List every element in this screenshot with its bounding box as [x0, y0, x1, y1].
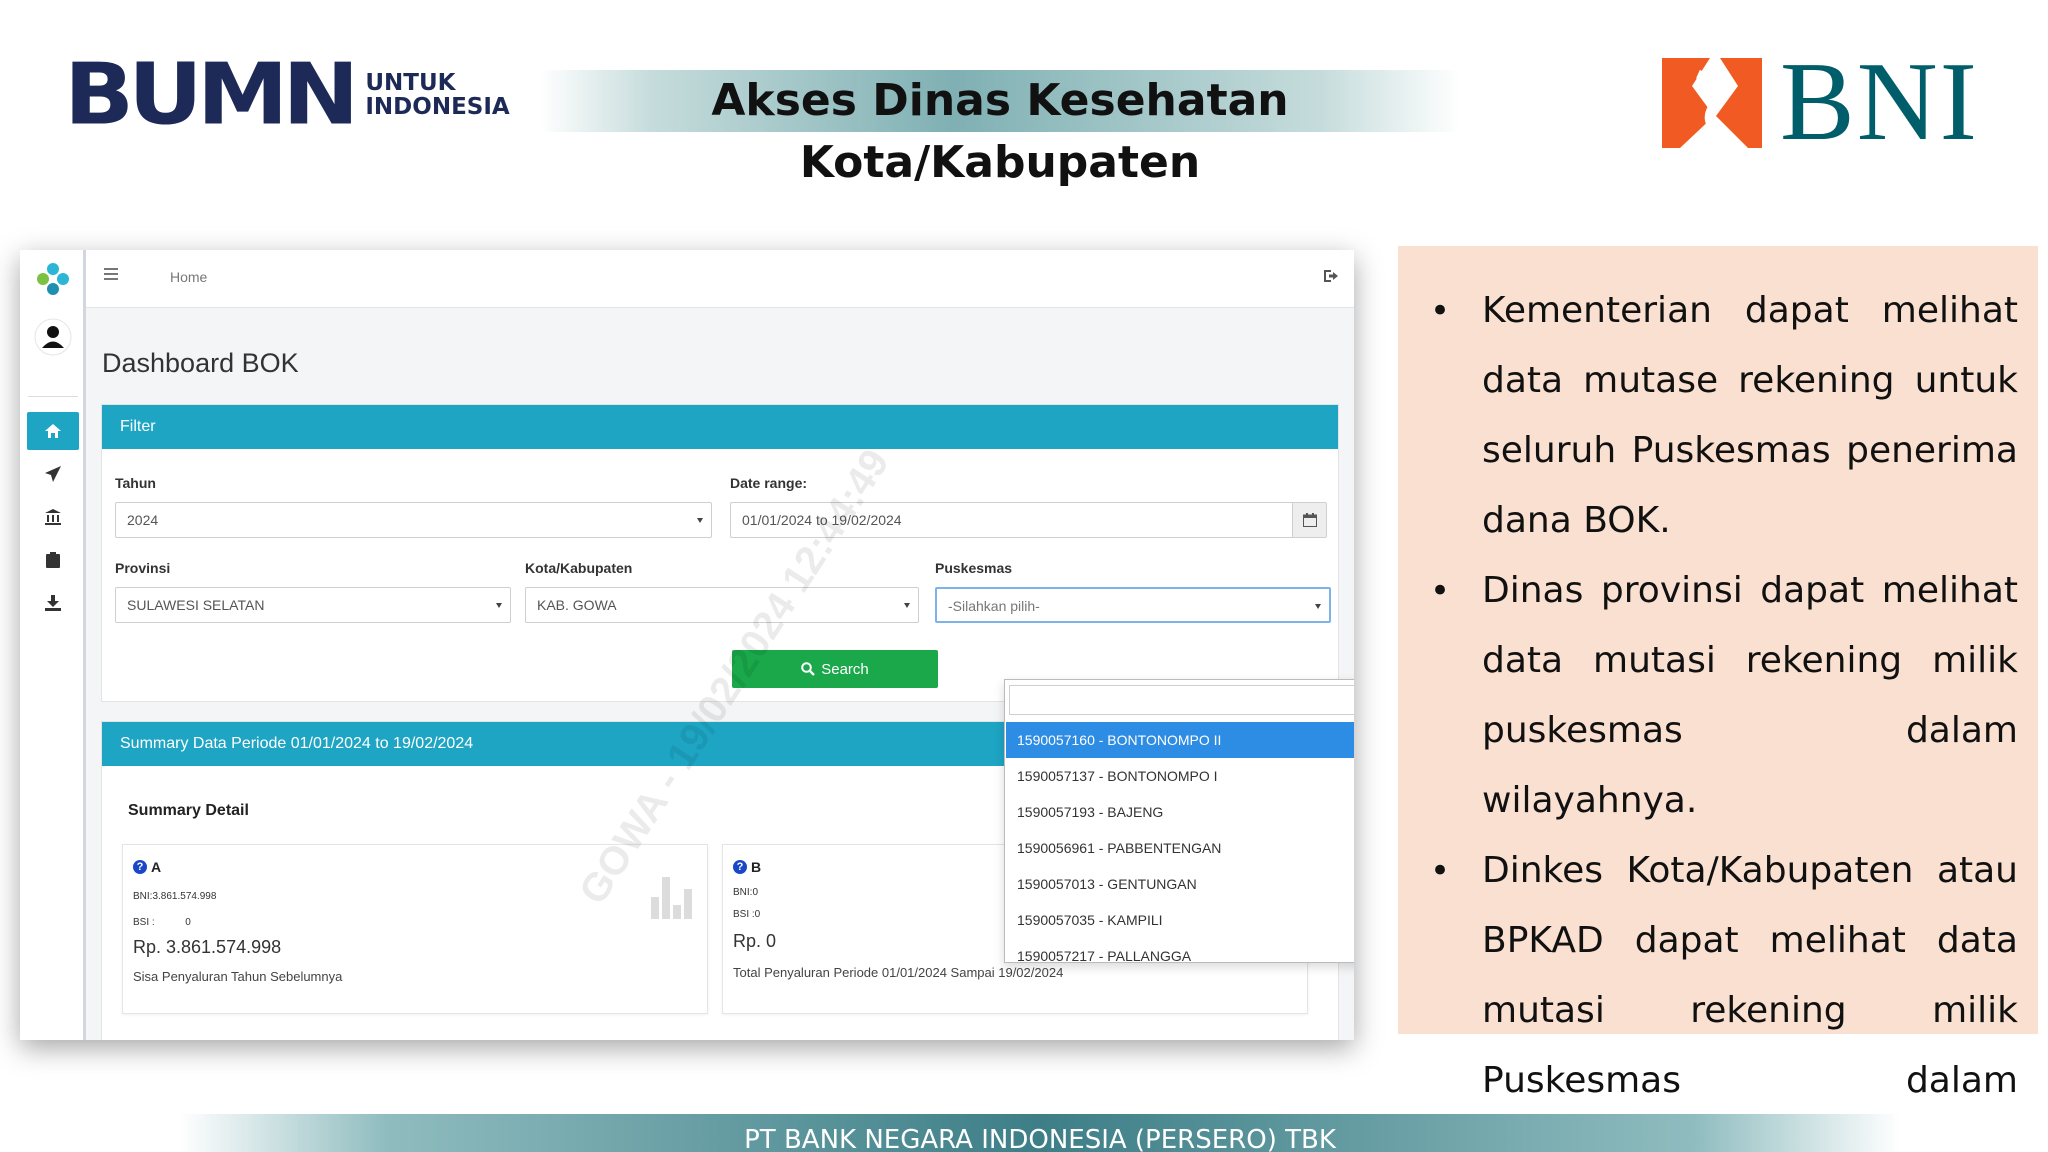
page-title: Dashboard BOK [102, 348, 299, 378]
date-range-label: Date range: [730, 475, 808, 491]
home-icon [45, 424, 61, 438]
summary-box-b-title: ? B [733, 859, 761, 875]
summary-box-b-desc: Total Penyaluran Periode 01/01/2024 Samp… [733, 965, 1064, 980]
bullet-item: Kementerian dapat melihat data mutase re… [1430, 276, 2018, 556]
breadcrumb[interactable]: Home [170, 269, 207, 285]
search-icon [801, 662, 816, 676]
send-icon [45, 466, 61, 482]
provinsi-label: Provinsi [115, 560, 171, 576]
puskesmas-select-placeholder: -Silahkan pilih- [948, 598, 1040, 614]
bumn-tagline-line-1: UNTUK [365, 70, 456, 96]
bullet-item: Dinas provinsi dapat melihat data mutasi… [1430, 556, 2018, 836]
summary-box-a-amount: Rp. 3.861.574.998 [133, 937, 282, 957]
dropdown-option-list: 1590057160 - BONTONOMPO II 1590057137 - … [1006, 722, 1354, 962]
bullet-list: Kementerian dapat melihat data mutase re… [1430, 276, 2018, 1152]
dropdown-option[interactable]: 1590057137 - BONTONOMPO I [1006, 758, 1354, 794]
puskesmas-label: Puskesmas [935, 560, 1013, 576]
dropdown-option[interactable]: 1590057035 - KAMPILI [1006, 902, 1354, 938]
question-icon[interactable]: ? [733, 860, 747, 874]
summary-box-b-bni: BNI:0 [733, 887, 759, 898]
summary-box-b-amount: Rp. 0 [733, 931, 777, 951]
bullet-item: Dinkes Kota/Kabupaten atau BPKAD dapat m… [1430, 836, 2018, 1152]
kota-select-value: KAB. GOWA [537, 597, 617, 613]
bumn-logo-wordmark: BUMN [64, 45, 359, 144]
tahun-label: Tahun [115, 475, 156, 491]
sidebar-divider [28, 396, 78, 397]
summary-box-a-bni: BNI:3.861.574.998 [133, 891, 217, 902]
chevron-down-icon [904, 603, 910, 608]
logout-icon[interactable] [1324, 268, 1340, 284]
bni-emblem-icon [1662, 58, 1762, 148]
sidebar-item-bank[interactable] [27, 498, 79, 536]
sidebar-item-download[interactable] [27, 584, 79, 622]
chevron-down-icon [496, 603, 502, 608]
bni-logo: BNI [1662, 46, 1992, 158]
dropdown-option[interactable]: 1590057160 - BONTONOMPO II [1006, 722, 1354, 758]
summary-detail-label: Summary Detail [128, 802, 249, 819]
summary-box-b-bsi: BSI :0 [733, 909, 761, 920]
sidebar-item-clipboard[interactable] [27, 541, 79, 579]
summary-box-b-letter: B [751, 859, 762, 875]
summary-box-a-title: ? A [133, 859, 161, 875]
calendar-button[interactable] [1292, 503, 1326, 537]
sidebar-item-send[interactable] [27, 455, 79, 493]
download-icon [45, 595, 61, 611]
dropdown-option[interactable]: 1590057013 - GENTUNGAN [1006, 866, 1354, 902]
kota-label: Kota/Kabupaten [525, 560, 633, 576]
summary-box-a-desc: Sisa Penyaluran Tahun Sebelumnya [133, 969, 343, 984]
provinsi-select[interactable]: SULAWESI SELATAN [115, 587, 511, 623]
bumn-tagline-line-2: INDONESIA [365, 94, 510, 120]
filter-card-header: Filter [102, 405, 1338, 449]
summary-box-a-bsi: BSI : 0 [133, 917, 191, 928]
puskesmas-select[interactable]: -Silahkan pilih- [935, 587, 1331, 623]
sidebar-item-home[interactable] [27, 412, 79, 450]
bumn-logo-tagline: UNTUK INDONESIA [365, 71, 509, 119]
kota-select[interactable]: KAB. GOWA [525, 587, 919, 623]
search-button-label: Search [821, 660, 869, 678]
provinsi-select-value: SULAWESI SELATAN [127, 597, 265, 613]
puskesmas-dropdown: 1590057160 - BONTONOMPO II 1590057137 - … [1004, 679, 1354, 963]
clipboard-icon [46, 552, 60, 568]
slide-title: Akses Dinas Kesehatan Kota/Kabupaten [711, 75, 1289, 188]
chevron-down-icon [1315, 604, 1321, 609]
dropdown-option[interactable]: 1590056961 - PABBENTENGAN [1006, 830, 1354, 866]
tahun-select[interactable]: 2024 [115, 502, 712, 538]
app-logo-icon [37, 263, 69, 295]
bank-icon [45, 509, 61, 525]
bumn-logo: BUMN UNTUK INDONESIA [64, 52, 510, 137]
dropdown-option[interactable]: 1590057193 - BAJENG [1006, 794, 1354, 830]
calendar-icon [1303, 513, 1317, 527]
question-icon[interactable]: ? [133, 860, 147, 874]
chevron-down-icon [697, 518, 703, 523]
info-panel: Kementerian dapat melihat data mutase re… [1398, 246, 2038, 1152]
app-screenshot: Home Dashboard BOK Filter Tahun 2024 Dat… [20, 250, 1354, 1040]
main-content: Dashboard BOK Filter Tahun 2024 Date ran… [86, 308, 1354, 1040]
user-avatar-icon[interactable] [34, 318, 72, 356]
dropdown-option[interactable]: 1590057217 - PALLANGGA [1006, 938, 1354, 962]
top-navbar: Home [86, 250, 1354, 308]
bni-logo-wordmark: BNI [1780, 40, 1979, 164]
dropdown-search-input[interactable] [1009, 685, 1354, 715]
sidebar [20, 250, 86, 1040]
summary-box-a-letter: A [151, 859, 162, 875]
footer-text: PT BANK NEGARA INDONESIA (PERSERO) TBK [744, 1125, 1336, 1152]
tahun-select-value: 2024 [127, 512, 159, 528]
bar-chart-icon [651, 877, 695, 919]
hamburger-menu-icon[interactable] [104, 268, 118, 280]
